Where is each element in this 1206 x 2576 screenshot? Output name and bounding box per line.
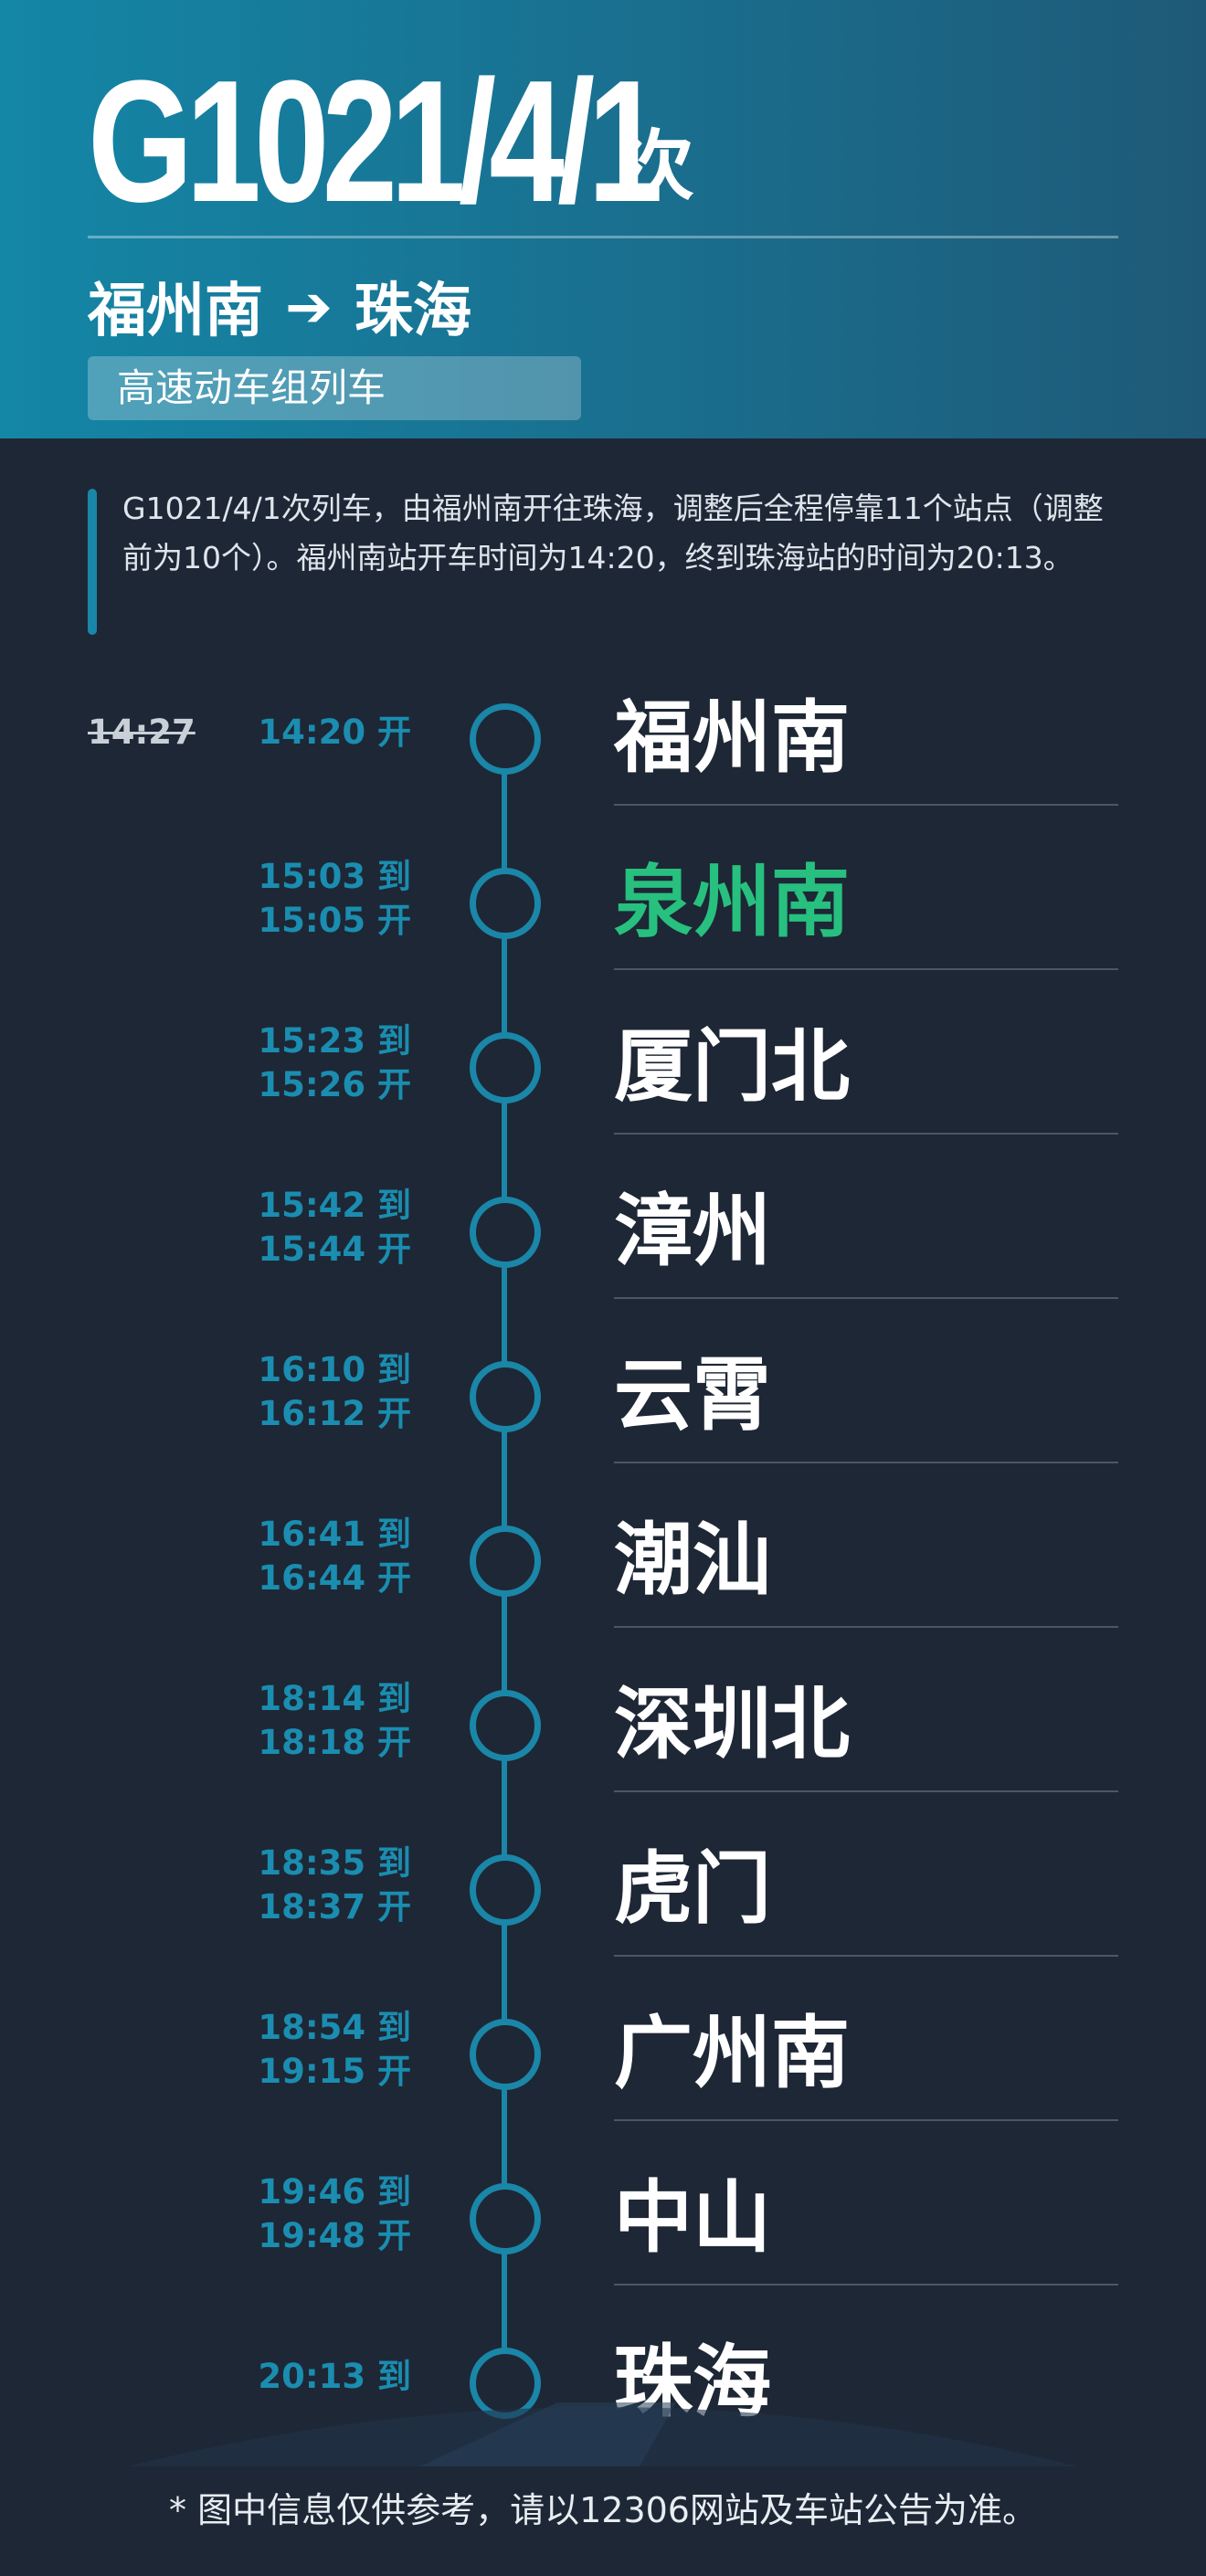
station-circle-icon: [470, 1854, 541, 1926]
arrival-time: 18:35 到: [258, 1843, 411, 1883]
stop-row: 15:23 到 15:26 开 厦门北: [0, 987, 1206, 1151]
station-circle-icon: [470, 1361, 541, 1432]
stop-separator: [614, 1462, 1118, 1463]
stop-time: 14:20 开: [258, 713, 411, 752]
stop-row: 15:42 到 15:44 开 漳州: [0, 1151, 1206, 1315]
stop-row: 16:10 到 16:12 开 云霄: [0, 1315, 1206, 1480]
station-name: 潮汕: [614, 1515, 771, 1606]
train-title: G1021/4/1 次: [88, 37, 694, 228]
arrow-right-icon: ➔: [285, 272, 333, 340]
station-name: 中山: [614, 2172, 771, 2264]
stop-row: 14:27 14:20 开 福州南: [0, 658, 1206, 822]
stop-separator: [614, 1626, 1118, 1628]
stop-times: 14:20 开: [183, 711, 411, 755]
stop-times: 16:10 到 16:12 开: [183, 1348, 411, 1436]
decorative-swoosh: [128, 2402, 1078, 2466]
departure-time: 19:48 开: [258, 2216, 411, 2255]
stop-separator: [614, 1133, 1118, 1135]
stop-times: 15:42 到 15:44 开: [183, 1184, 411, 1272]
stop-separator: [614, 968, 1118, 970]
station-circle-icon: [470, 2183, 541, 2254]
station-name: 虎门: [614, 1843, 771, 1935]
departure-time: 15:05 开: [258, 901, 411, 940]
station-circle-icon: [470, 1032, 541, 1103]
stop-row: 19:46 到 19:48 开 中山: [0, 2138, 1206, 2302]
stop-row: 18:54 到 19:15 开 广州南: [0, 1973, 1206, 2138]
station-circle-icon: [470, 703, 541, 775]
stop-separator: [614, 804, 1118, 806]
destination-station: 珠海: [354, 278, 471, 345]
arrival-time: 18:54 到: [258, 2008, 411, 2047]
stop-separator: [614, 1297, 1118, 1299]
station-name: 漳州: [614, 1186, 771, 1277]
header-banner: G1021/4/1 次 福州南 ➔ 珠海 高速动车组列车: [0, 0, 1206, 438]
station-circle-icon: [470, 1197, 541, 1268]
stop-row: 18:14 到 18:18 开 深圳北: [0, 1644, 1206, 1809]
stop-times: 19:46 到 19:48 开: [183, 2170, 411, 2258]
station-name: 广州南: [614, 2008, 850, 2099]
stop-row: 16:41 到 16:44 开 潮汕: [0, 1480, 1206, 1644]
arrival-time: 19:46 到: [258, 2172, 411, 2212]
stop-separator: [614, 2119, 1118, 2121]
stop-times: 18:35 到 18:37 开: [183, 1842, 411, 1929]
stop-separator: [614, 2284, 1118, 2286]
original-departure-time: 14:27: [88, 713, 196, 752]
origin-station: 福州南: [88, 278, 263, 345]
route: 福州南 ➔ 珠海: [88, 265, 471, 347]
stop-row: 18:35 到 18:37 开 虎门: [0, 1809, 1206, 1973]
departure-time: 18:18 开: [258, 1723, 411, 1762]
header-divider: [88, 236, 1118, 238]
station-circle-icon: [470, 2019, 541, 2090]
station-circle-icon: [470, 1690, 541, 1761]
departure-time: 16:44 开: [258, 1558, 411, 1598]
station-name: 云霄: [614, 1350, 771, 1441]
arrival-time: 18:14 到: [258, 1679, 411, 1718]
arrival-time: 16:41 到: [258, 1515, 411, 1554]
stop-times: 15:03 到 15:05 开: [183, 855, 411, 943]
departure-time: 16:12 开: [258, 1394, 411, 1433]
departure-time: 18:37 开: [258, 1887, 411, 1927]
footnote: * 图中信息仅供参考，请以12306网站及车站公告为准。: [169, 2490, 1037, 2530]
arrival-time: 16:10 到: [258, 1350, 411, 1389]
stop-separator: [614, 1955, 1118, 1957]
stop-times: 15:23 到 15:26 开: [183, 1019, 411, 1107]
arrival-time: 15:23 到: [258, 1021, 411, 1061]
departure-time: 19:15 开: [258, 2052, 411, 2091]
stop-row: 15:03 到 15:05 开 泉州南: [0, 822, 1206, 987]
departure-time: 15:26 开: [258, 1065, 411, 1104]
stop-separator: [614, 1790, 1118, 1792]
train-type-badge: 高速动车组列车: [88, 356, 581, 420]
stop-times: 18:54 到 19:15 开: [183, 2006, 411, 2094]
description-text: G1021/4/1次列车，由福州南开往珠海，调整后全程停靠11个站点（调整前为1…: [122, 491, 1104, 575]
station-name: 厦门北: [614, 1021, 850, 1113]
arrival-time: 15:03 到: [258, 857, 411, 896]
station-circle-icon: [470, 868, 541, 939]
station-name: 泉州南: [614, 857, 850, 948]
arrival-time: 15:42 到: [258, 1186, 411, 1225]
departure-time: 15:44 开: [258, 1230, 411, 1269]
train-number: G1021/4/1: [88, 45, 663, 238]
station-name: 福州南: [614, 692, 850, 784]
stop-times: 16:41 到 16:44 开: [183, 1513, 411, 1600]
description-accent-bar: [88, 489, 97, 635]
stop-times: 18:14 到 18:18 开: [183, 1677, 411, 1765]
station-circle-icon: [470, 1526, 541, 1597]
station-name: 深圳北: [614, 1679, 850, 1770]
